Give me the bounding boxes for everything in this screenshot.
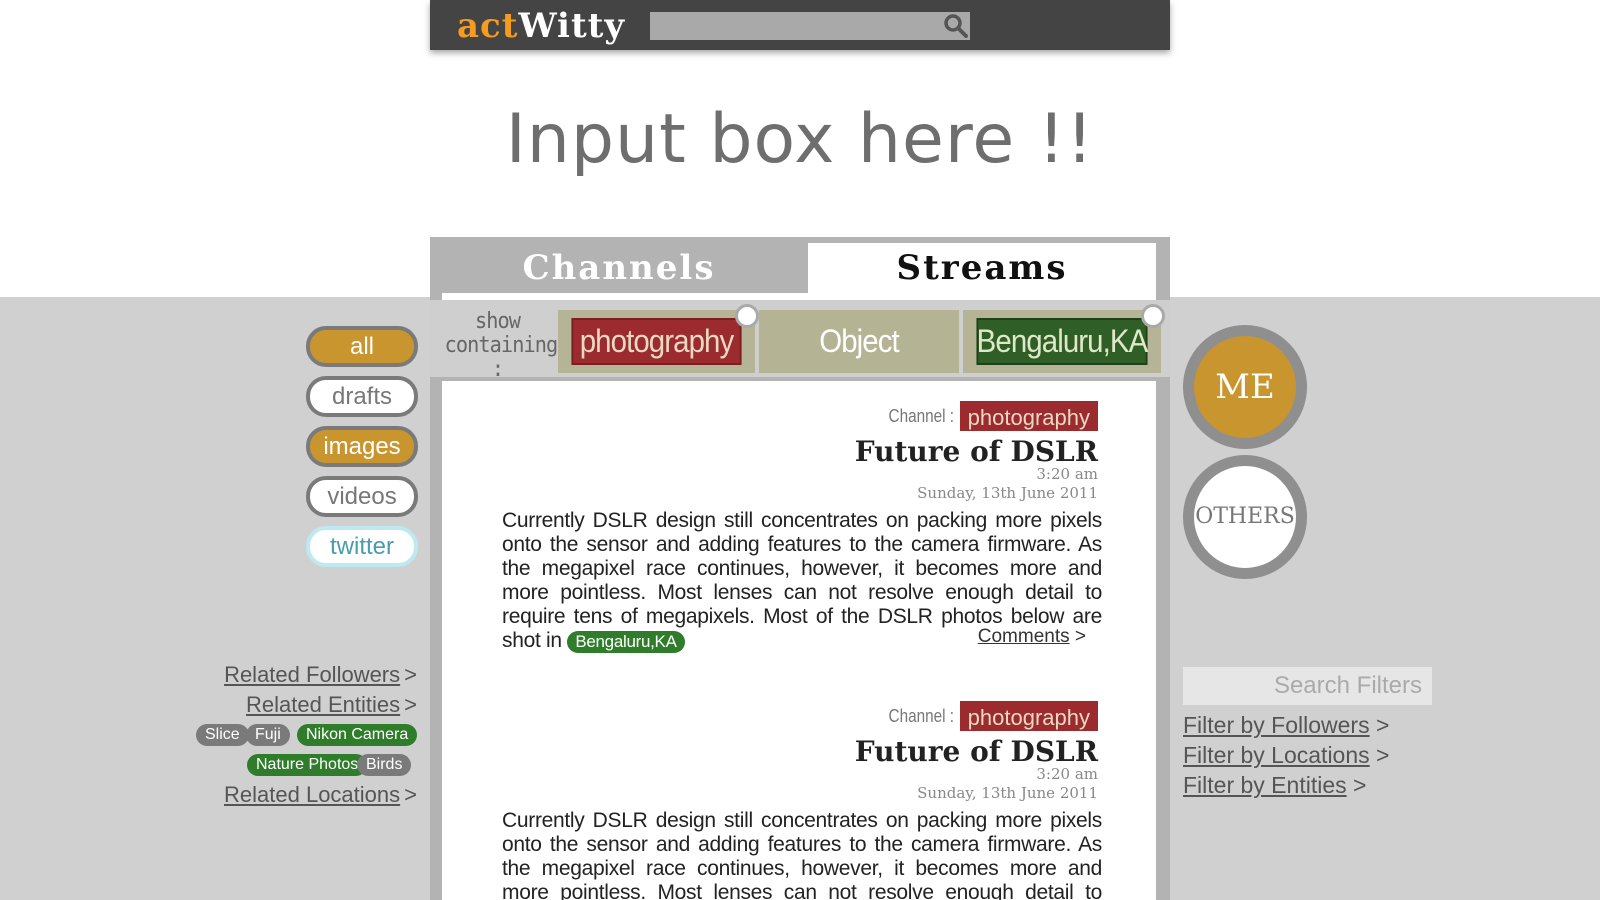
chevron-right-icon: > [1376,712,1390,738]
chevron-right-icon: > [404,692,417,717]
related-followers-label: Related Followers [224,662,401,687]
comments-label[interactable]: Comments [978,626,1070,647]
stream-post: Channel : photography Future of DSLR 3:20… [502,701,1102,900]
related-locations-link[interactable]: Related Locations > [224,782,417,808]
filter-by-followers-label: Filter by Followers [1183,712,1370,738]
post-title[interactable]: Future of DSLR [855,735,1098,768]
remove-chip-icon[interactable] [735,304,759,328]
show-label-line2: containing : [444,333,559,382]
filter-by-locations-link[interactable]: Filter by Locations > [1183,742,1389,769]
top-bar: actWitty [430,0,1170,50]
post-date: Sunday, 13th June 2011 [917,484,1098,502]
entity-tag[interactable]: Birds [357,754,412,776]
post-time: 3:20 am [1036,465,1098,483]
search-filters-input[interactable] [1183,667,1432,705]
comments-link[interactable]: Comments > [978,626,1086,648]
filter-chip-photography[interactable]: photography [558,304,759,373]
post-time: 3:20 am [1036,765,1098,783]
filter-by-followers-link[interactable]: Filter by Followers > [1183,712,1389,739]
post-title[interactable]: Future of DSLR [855,435,1098,468]
show-containing-label: show containing : [444,309,559,382]
channel-line: Channel : photography [877,701,1098,735]
filter-bar: show containing : photography Object Ben… [430,300,1170,382]
main-panel: Channels Streams show containing : photo… [430,237,1170,900]
logo-witty: Witty [518,6,626,46]
chevron-right-icon: > [404,782,417,807]
filter-by-entities-label: Filter by Entities [1183,772,1347,798]
related-locations-label: Related Locations [224,782,401,807]
entity-tag[interactable]: Nature Photos [247,754,368,776]
filter-chip-location[interactable]: Bengaluru,KA [963,304,1165,373]
chevron-right-icon: > [1376,742,1390,768]
related-followers-link[interactable]: Related Followers > [224,662,417,688]
tab-streams[interactable]: Streams [808,243,1156,293]
stream-content: Channel : photography Future of DSLR 3:20… [442,381,1156,900]
channel-line: Channel : photography [877,401,1098,435]
search-input[interactable] [650,12,970,40]
related-entities-link[interactable]: Related Entities > [246,692,417,718]
entity-tag[interactable]: Slice [196,724,249,746]
chevron-right-icon: > [404,662,417,687]
others-button[interactable]: OTHERS [1183,455,1307,579]
post-date: Sunday, 13th June 2011 [917,784,1098,802]
channel-label: Channel : [888,405,954,426]
chip-label: Object [819,323,899,359]
filter-drafts-button[interactable]: drafts [306,376,418,417]
tab-underline [442,293,1156,300]
filter-by-locations-label: Filter by Locations [1183,742,1370,768]
entity-tag[interactable]: Nikon Camera [297,724,418,746]
channel-label: Channel : [888,705,954,726]
channel-tag[interactable]: photography [959,401,1098,431]
chip-label: photography [571,318,742,365]
post-body-text: Currently DSLR design still concentrates… [502,809,1102,900]
filter-all-button[interactable]: all [306,326,418,367]
filter-by-entities-link[interactable]: Filter by Entities > [1183,772,1366,799]
filter-images-button[interactable]: images [306,426,418,467]
show-label-line1: show [474,309,521,334]
stream-post: Channel : photography Future of DSLR 3:20… [502,401,1102,671]
filter-videos-button[interactable]: videos [306,476,418,517]
remove-chip-icon[interactable] [1141,304,1165,328]
search-icon[interactable] [943,13,969,39]
channel-tag[interactable]: photography [959,701,1098,731]
logo[interactable]: actWitty [457,6,625,46]
chevron-right-icon: > [1074,626,1086,647]
filter-twitter-button[interactable]: twitter [306,526,418,567]
post-body: Currently DSLR design still concentrates… [502,809,1102,900]
filter-chip-object[interactable]: Object [759,310,959,373]
entity-tag[interactable]: Fuji [246,724,290,746]
input-box-placeholder[interactable]: Input box here !! [0,100,1600,179]
me-button[interactable]: ME [1183,325,1307,449]
chip-label: Bengaluru,KA [976,318,1148,365]
logo-act: act [457,6,519,46]
tab-channels[interactable]: Channels [430,243,808,293]
related-entities-label: Related Entities [246,692,401,717]
location-tag[interactable]: Bengaluru,KA [567,631,685,653]
chevron-right-icon: > [1353,772,1367,798]
